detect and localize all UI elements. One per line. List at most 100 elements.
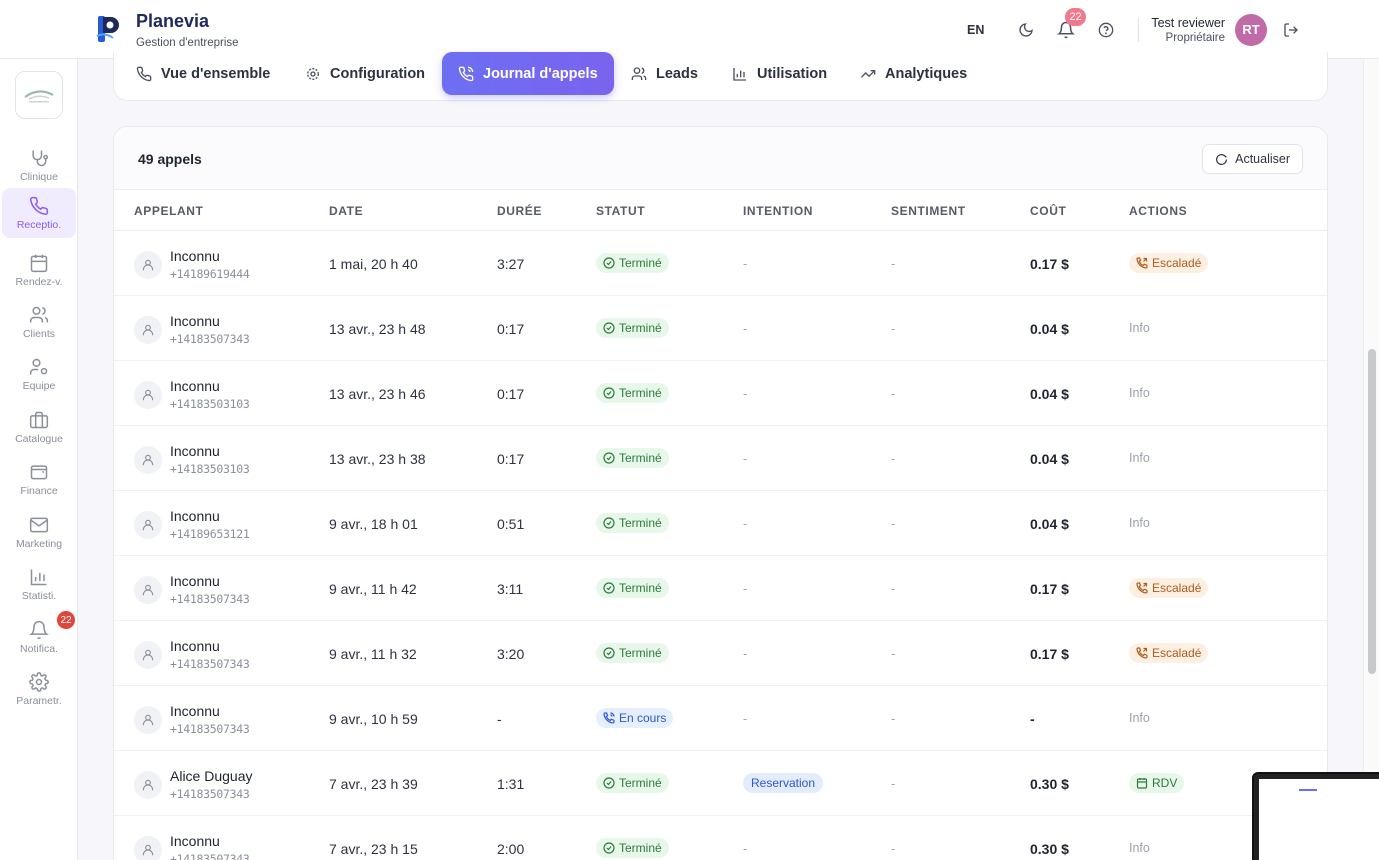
table-row[interactable]: Inconnu +14183503103 13 avr., 23 h 38 0:17 T… — [114, 426, 1327, 491]
sentiment-value: - — [891, 516, 896, 531]
top-header: Planevia Gestion d'entreprise EN 22 Test… — [0, 0, 1379, 59]
caller-name[interactable]: Inconnu — [170, 378, 220, 394]
tab-label: Configuration — [330, 65, 426, 82]
info-link[interactable]: Info — [1129, 513, 1150, 533]
column-header[interactable]: STATUT — [596, 204, 645, 218]
table-row[interactable]: Inconnu +14183507343 7 avr., 23 h 15 2:00 Te… — [114, 816, 1327, 860]
page-scrollbar[interactable] — [1363, 59, 1379, 860]
refresh-button[interactable]: Actualiser — [1202, 144, 1303, 174]
tab-configuration[interactable]: Configuration — [305, 52, 425, 95]
caller-phone: +14183507343 — [170, 657, 250, 671]
column-header[interactable]: APPELANT — [134, 204, 203, 218]
column-header[interactable]: INTENTION — [743, 204, 813, 218]
sidebar-item-clinique[interactable]: Clinique — [2, 143, 76, 191]
info-link[interactable]: Info — [1129, 708, 1150, 728]
sidebar-item-receptio[interactable]: Receptio. — [2, 188, 76, 238]
notifications-badge: 22 — [1065, 7, 1086, 26]
sentiment-value: - — [891, 711, 896, 726]
column-header[interactable]: SENTIMENT — [891, 204, 966, 218]
screen-preview-thumbnail[interactable] — [1252, 772, 1379, 860]
table-row[interactable]: Inconnu +14189653121 9 avr., 18 h 01 0:51 Te… — [114, 491, 1327, 556]
sidebar-item-rendez-vous[interactable]: Rendez-v. — [2, 248, 76, 296]
caller-avatar-icon — [134, 511, 162, 539]
table-row[interactable]: Inconnu +14183507343 9 avr., 10 h 59 - En co… — [114, 686, 1327, 751]
table-row[interactable]: Inconnu +14183503103 13 avr., 23 h 46 0:17 T… — [114, 361, 1327, 426]
caller-name[interactable]: Inconnu — [170, 248, 220, 264]
column-header[interactable]: DATE — [329, 204, 363, 218]
sidebar-item-marketing[interactable]: Marketing — [2, 510, 76, 558]
sidebar-item-label: Clinique — [20, 171, 58, 183]
bar-chart-icon — [30, 569, 47, 586]
sidebar-item-finance[interactable]: Finance — [2, 457, 76, 505]
status-badge: Terminé — [596, 643, 669, 663]
check-circle-icon — [603, 257, 619, 269]
language-toggle[interactable]: EN — [967, 23, 984, 37]
app-subtitle: Gestion d'entreprise — [136, 37, 239, 49]
check-circle-icon — [603, 582, 619, 594]
tab-vue-ensemble[interactable]: Vue d'ensemble — [136, 52, 270, 95]
table-row[interactable]: Inconnu +14183507343 9 avr., 11 h 32 3:20 Te… — [114, 621, 1327, 686]
column-header[interactable]: COÛT — [1030, 204, 1066, 218]
intent-value: - — [743, 646, 748, 661]
business-logo[interactable] — [15, 71, 63, 119]
action-badge[interactable]: RDV — [1129, 773, 1185, 793]
action-badge[interactable]: Escaladé — [1129, 253, 1209, 273]
status-label: Terminé — [619, 776, 662, 790]
call-cost: 0.17 $ — [1030, 646, 1069, 662]
call-duration: 2:00 — [497, 841, 525, 857]
user-info[interactable]: Test reviewer Propriétaire — [1151, 16, 1225, 44]
refresh-label: Actualiser — [1235, 152, 1290, 166]
info-link[interactable]: Info — [1129, 448, 1150, 468]
caller-name[interactable]: Inconnu — [170, 703, 220, 719]
sentiment-value: - — [891, 581, 896, 596]
gear-icon — [29, 672, 49, 692]
call-date: 13 avr., 23 h 46 — [329, 386, 426, 402]
scrollbar-thumb[interactable] — [1368, 349, 1376, 674]
table-row[interactable]: Inconnu +14183507343 9 avr., 11 h 42 3:11 Te… — [114, 556, 1327, 621]
phone-call-icon — [603, 712, 619, 724]
call-cost: 0.04 $ — [1030, 451, 1069, 467]
caller-name[interactable]: Inconnu — [170, 833, 220, 849]
sidebar-item-label: Receptio. — [16, 219, 62, 231]
logout-button[interactable] — [1281, 20, 1301, 40]
column-header[interactable]: ACTIONS — [1129, 204, 1187, 218]
notifications-button[interactable]: 22 — [1056, 7, 1086, 40]
sidebar-item-catalogue[interactable]: Catalogue — [2, 405, 76, 453]
caller-name[interactable]: Inconnu — [170, 573, 220, 589]
calls-header: 49 appels Actualiser — [114, 127, 1327, 190]
table-row[interactable]: Inconnu +14189619444 1 mai, 20 h 40 3:27 Ter… — [114, 231, 1327, 296]
info-link[interactable]: Info — [1129, 838, 1150, 858]
action-badge[interactable]: Escaladé — [1129, 578, 1209, 598]
tab-journal-appels[interactable]: Journal d'appels — [442, 52, 614, 95]
caller-name[interactable]: Inconnu — [170, 638, 220, 654]
sidebar-item-notifications[interactable]: Notifica. 22 — [2, 611, 76, 663]
column-header[interactable]: DURÉE — [497, 204, 542, 218]
help-button[interactable] — [1096, 20, 1116, 40]
caller-name[interactable]: Inconnu — [170, 443, 220, 459]
sidebar-item-clients[interactable]: Clients — [2, 300, 76, 348]
info-link[interactable]: Info — [1129, 383, 1150, 403]
brand[interactable]: Planevia Gestion d'entreprise — [96, 10, 239, 49]
call-date: 9 avr., 11 h 42 — [329, 581, 417, 597]
caller-name[interactable]: Inconnu — [170, 313, 220, 329]
avatar[interactable]: RT — [1235, 13, 1267, 46]
call-duration: 3:27 — [497, 256, 525, 272]
caller-name[interactable]: Inconnu — [170, 508, 220, 524]
check-circle-icon — [603, 322, 619, 334]
dark-mode-toggle[interactable] — [1016, 20, 1036, 40]
info-link[interactable]: Info — [1129, 318, 1150, 338]
sidebar-item-statistiques[interactable]: Statisti. — [2, 562, 76, 610]
table-row[interactable]: Inconnu +14183507343 13 avr., 23 h 48 0:17 T… — [114, 296, 1327, 361]
action-badge[interactable]: Escaladé — [1129, 643, 1209, 663]
sidebar-item-equipe[interactable]: Equipe — [2, 352, 76, 400]
sidebar-item-label: Notifica. — [20, 643, 58, 655]
tab-utilisation[interactable]: Utilisation — [732, 52, 827, 95]
status-label: Terminé — [619, 321, 662, 335]
tab-leads[interactable]: Leads — [631, 52, 698, 95]
sidebar-item-parametres[interactable]: Parametr. — [2, 667, 76, 715]
caller-name[interactable]: Alice Duguay — [170, 768, 253, 784]
tab-label: Vue d'ensemble — [161, 65, 271, 82]
table-row[interactable]: Alice Duguay +14183507343 7 avr., 23 h 39 1… — [114, 751, 1327, 816]
tab-analytiques[interactable]: Analytiques — [860, 52, 967, 95]
phone-icon — [136, 66, 152, 81]
